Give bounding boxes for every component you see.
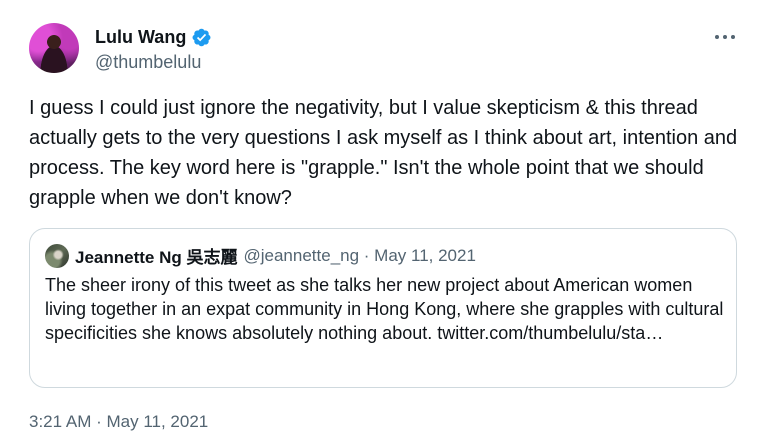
verified-badge-icon [192,28,211,46]
more-dot [723,35,727,39]
quoted-author-meta: @jeannette_ng · May 11, 2021 [243,245,476,265]
quoted-author-avatar [45,243,69,268]
more-options-icon[interactable] [712,28,738,46]
quoted-tweet-header: Jeannette Ng 吳志麗 @jeannette_ng · May 11,… [45,243,476,268]
author-name-row: Lulu Wang [95,26,212,48]
author-display-name[interactable]: Lulu Wang [95,26,186,48]
author-avatar[interactable] [29,23,79,73]
more-dot [715,35,719,39]
tweet-text: I guess I could just ignore the negativi… [29,97,738,209]
quoted-author-name: Jeannette Ng 吳志麗 [75,248,238,267]
author-handle[interactable]: @thumbelulu [95,51,201,73]
quoted-tweet[interactable]: Jeannette Ng 吳志麗 @jeannette_ng · May 11,… [29,228,737,388]
tweet-timestamp[interactable]: 3:21 AM · May 11, 2021 [29,411,208,433]
more-dot [731,35,735,39]
tweet-card: Lulu Wang @thumbelulu I guess I could ju… [0,0,767,447]
quoted-tweet-text: The sheer irony of this tweet as she tal… [45,275,724,343]
